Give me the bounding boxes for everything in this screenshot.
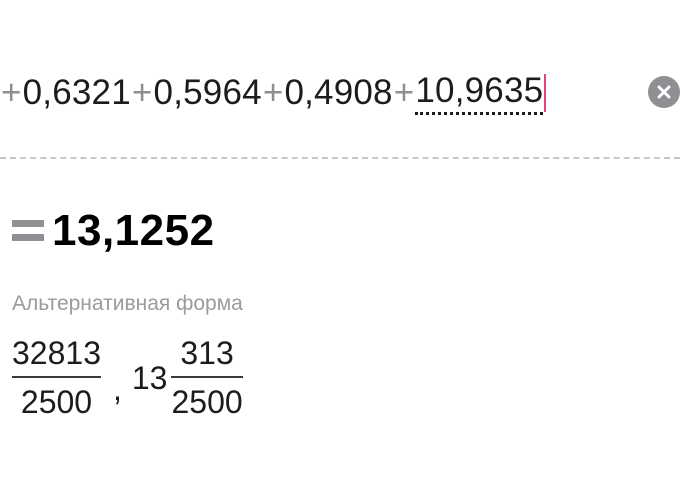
fraction-numerator: 32813: [12, 335, 101, 371]
text-caret: [544, 74, 547, 112]
clear-button[interactable]: [648, 76, 680, 108]
operator-plus: +: [1, 73, 22, 112]
mixed-whole[interactable]: 13: [132, 360, 168, 397]
fraction-denominator: 2500: [20, 384, 93, 420]
improper-fraction[interactable]: 32813 2500: [12, 335, 101, 421]
clear-icon: [657, 85, 671, 99]
expression-input-row[interactable]: + 0,6321 + 0,5964 + 0,4908 + 10,9635: [0, 66, 680, 120]
mixed-numerator: 313: [180, 335, 234, 371]
equals-icon: [12, 218, 44, 244]
operator-plus: +: [393, 73, 415, 112]
separator-comma: ,: [112, 370, 122, 407]
term-2[interactable]: 0,5964: [154, 73, 262, 113]
expression-field[interactable]: + 0,6321 + 0,5964 + 0,4908 + 10,9635: [0, 66, 547, 120]
mixed-denominator: 2500: [171, 384, 243, 420]
divider: [0, 157, 680, 159]
fraction-bar: [171, 376, 243, 378]
fraction-bar: [12, 376, 101, 378]
operator-plus: +: [262, 73, 284, 112]
operator-plus: +: [131, 73, 153, 112]
result-value[interactable]: 13,1252: [52, 206, 215, 256]
calculator-screen: + 0,6321 + 0,5964 + 0,4908 + 10,9635 13,…: [0, 0, 680, 478]
term-1[interactable]: 0,6321: [23, 73, 131, 113]
alternative-forms: 32813 2500 , 13 313 2500: [12, 333, 243, 423]
term-4-active[interactable]: 10,9635: [415, 71, 544, 115]
term-3[interactable]: 0,4908: [284, 73, 392, 113]
mixed-fraction[interactable]: 313 2500: [171, 335, 243, 421]
alternative-form-label: Альтернативная форма: [12, 292, 243, 315]
result-row: 13,1252: [12, 206, 215, 256]
